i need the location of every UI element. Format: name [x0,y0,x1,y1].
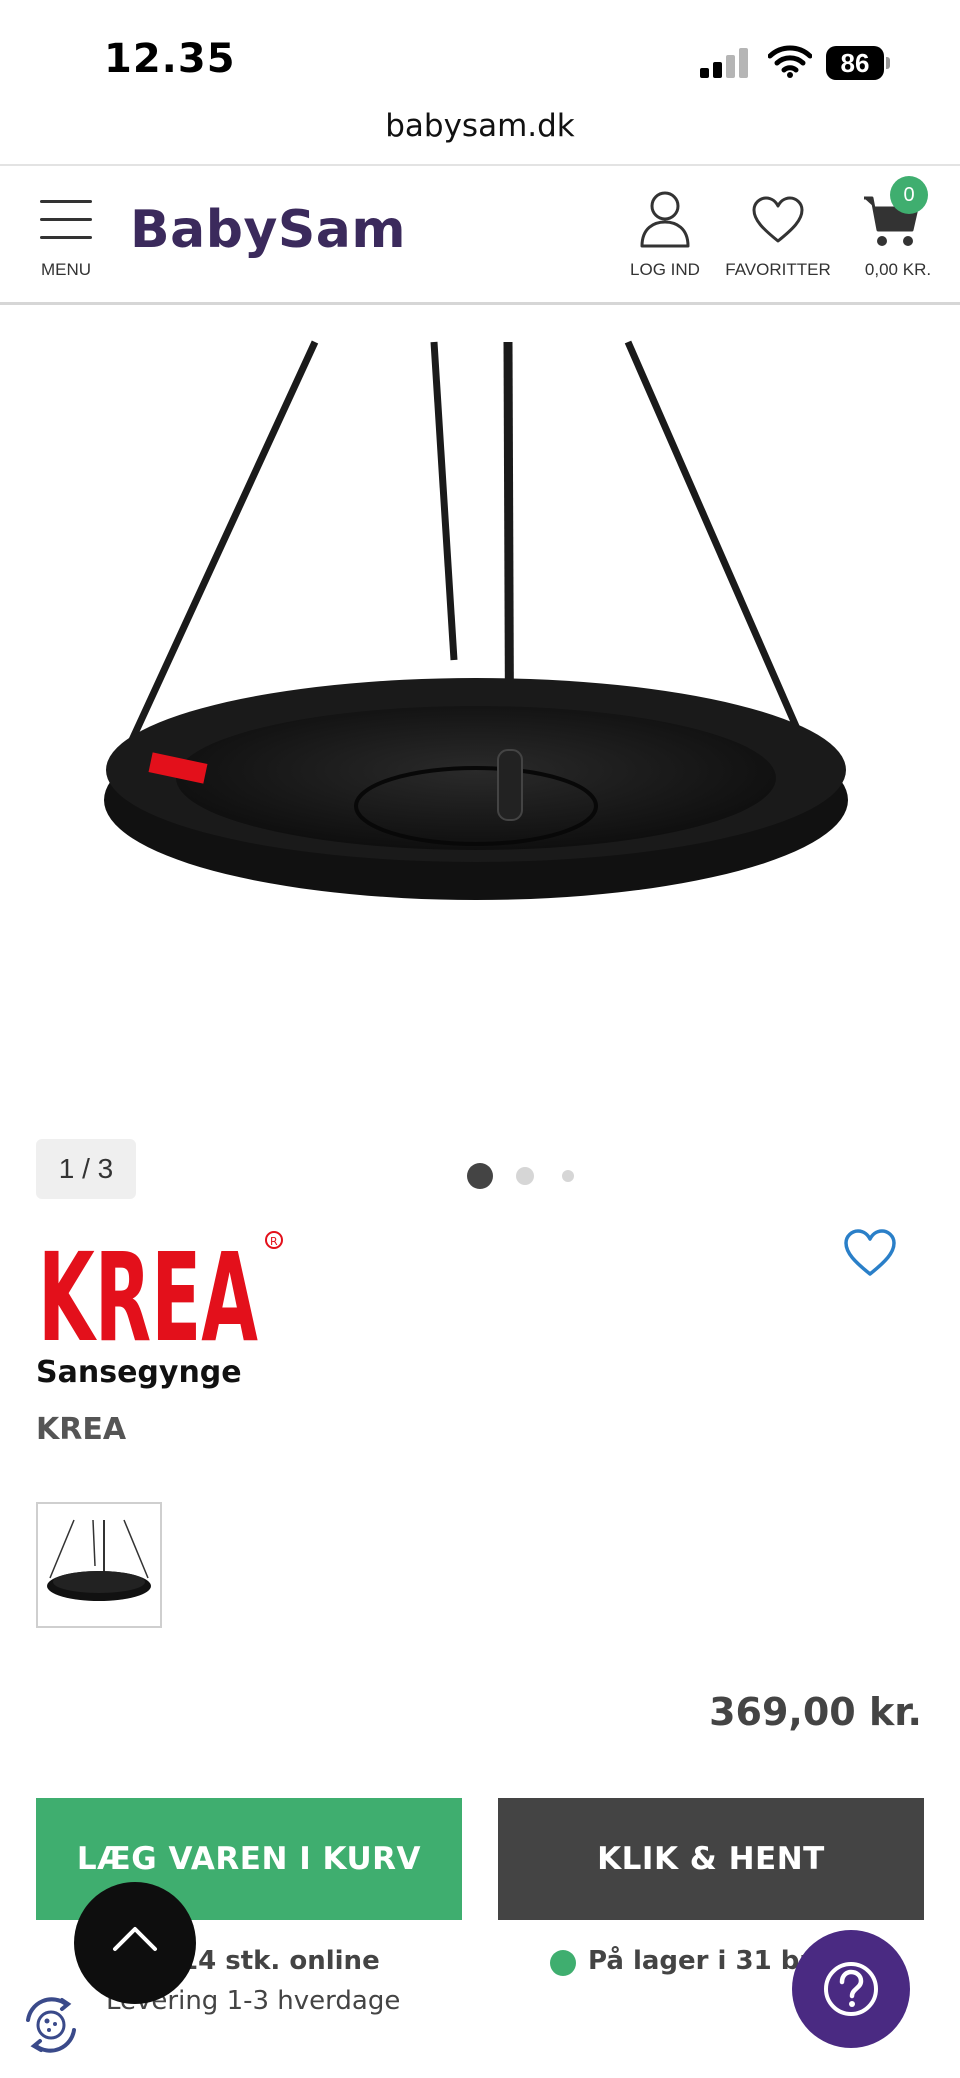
product-image[interactable] [90,330,870,970]
image-counter: 1 / 3 [36,1139,136,1199]
svg-text:R: R [270,1235,278,1248]
add-to-favorites-button[interactable] [842,1228,898,1278]
favorites-button[interactable]: FAVORITTER [720,188,836,284]
product-price: 369,00 kr. [709,1690,922,1734]
heart-icon [752,196,804,243]
cellular-signal-icon [700,48,752,78]
scroll-to-top-button[interactable] [74,1882,196,2004]
status-time: 12.35 [104,36,236,82]
chevron-up-icon [113,1927,157,1951]
cookie-settings-button[interactable] [16,1990,86,2060]
krea-brand-logo[interactable]: KREA R [36,1228,286,1346]
url-bar[interactable]: babysam.dk [0,108,960,144]
heart-outline-icon [844,1229,896,1276]
menu-button[interactable]: MENU [34,196,98,280]
gallery-dot-1[interactable] [467,1163,493,1189]
battery-level: 86 [826,46,884,80]
login-button[interactable]: LOG IND [620,188,710,284]
login-label: LOG IND [630,260,700,279]
cart-count-badge: 0 [890,176,928,214]
in-stock-indicator [550,1950,576,1976]
product-name: Sansegynge [36,1355,242,1390]
product-brand[interactable]: KREA [36,1412,126,1447]
divider [0,302,960,305]
svg-text:KREA: KREA [38,1228,258,1346]
click-and-collect-button[interactable]: KLIK & HENT [498,1798,924,1920]
favorites-label: FAVORITTER [725,260,831,279]
help-button[interactable] [792,1930,910,2048]
menu-label: MENU [40,260,92,279]
babysam-logo[interactable]: BabySam [130,200,406,260]
cart-total-label: 0,00 KR. [864,260,932,279]
wifi-icon [768,45,812,78]
cookie-icon [36,2010,66,2040]
gallery-dot-3[interactable] [562,1170,574,1182]
battery-icon: 86 [826,46,890,80]
online-stock-text: 14 stk. online [180,1946,380,1976]
store-stock-text[interactable]: På lager i 31 butikker [588,1946,808,1976]
question-icon [824,1962,878,2016]
product-thumbnail[interactable] [36,1502,162,1628]
gallery-dot-2[interactable] [516,1167,534,1185]
user-icon [640,191,690,248]
